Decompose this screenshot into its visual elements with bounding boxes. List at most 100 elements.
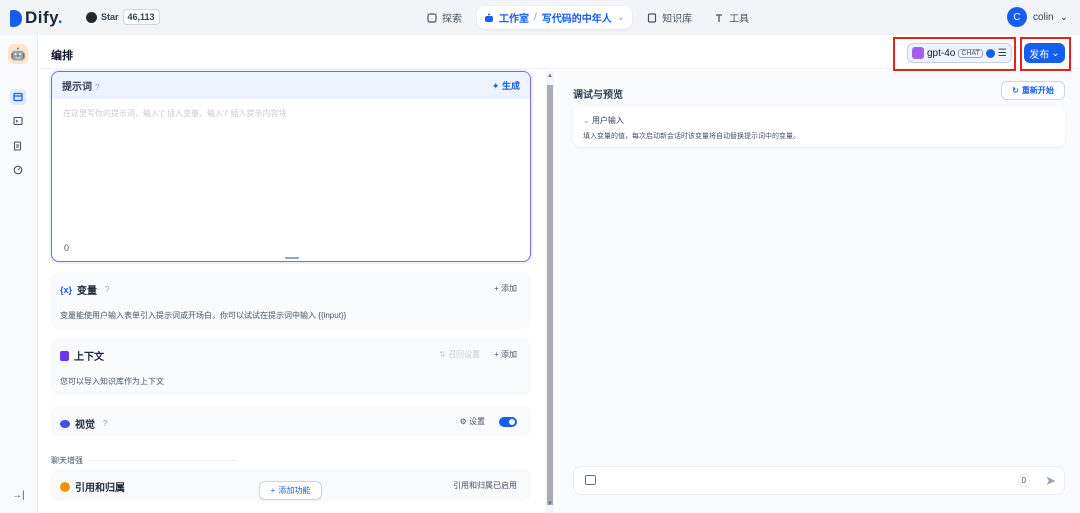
add-context-label: 添加: [501, 350, 517, 359]
resize-handle[interactable]: [285, 257, 299, 259]
citation-icon: [60, 481, 70, 492]
chat-enhance-section-label: 聊天增强: [51, 456, 83, 465]
add-context-button[interactable]: + 添加: [494, 349, 517, 360]
scrollbar-thumb[interactable]: [547, 85, 553, 505]
monitor-gauge-icon[interactable]: [10, 162, 26, 178]
add-variable-label: 添加: [501, 284, 517, 293]
chevron-down-icon: ⌄: [1059, 11, 1068, 23]
add-variable-button[interactable]: + 添加: [494, 283, 517, 294]
vision-card: 视觉 ? ⚙ 设置: [51, 406, 531, 436]
nav-knowledge-label: 知识库: [662, 14, 693, 25]
logo-dot: .: [57, 8, 64, 27]
scroll-down-icon[interactable]: ▼: [546, 501, 554, 507]
vision-badge-icon: [985, 48, 995, 58]
sliders-icon: ☰: [997, 47, 1007, 59]
variables-description: 变量能使用户输入表单引入提示词或开场白，你可以试试在提示词中输入 {{input…: [60, 311, 347, 320]
chevron-down-icon: ⌄: [1051, 47, 1060, 59]
star-count: 46,113: [122, 9, 160, 25]
expand-sidebar-icon[interactable]: →|: [12, 490, 25, 501]
main-nav: 探索 工作室 / 写代码的中年人 ⌄ 知识库 工具: [420, 6, 756, 29]
variables-card: {x} 变量 ? + 添加 变量能使用户输入表单引入提示词或开场白，你可以试试在…: [51, 272, 531, 329]
divider: [88, 460, 236, 461]
debug-preview-panel: 调试与预览 ↻ 重新开始 ⌄ 用户输入 填入变量的值，每次启动新会话时该变量将自…: [558, 71, 1080, 513]
nav-studio[interactable]: 工作室 / 写代码的中年人 ⌄: [477, 6, 633, 29]
main-panel: 编排 gpt-4o CHAT ☰ 发布 ⌄ 提示词? ✦ 生成 在这里写你的提示…: [38, 35, 1080, 513]
prompt-editor[interactable]: 提示词? ✦ 生成 在这里写你的提示词，输入'{' 插入变量、输入'/' 插入提…: [51, 71, 531, 262]
avatar: C: [1007, 7, 1028, 27]
top-navbar: Dify. Star 46,113 探索 工作室 / 写代码的中年人 ⌄ 知识库: [0, 0, 1080, 35]
user-input-card: ⌄ 用户输入 填入变量的值，每次启动新会话时该变量将自动替换提示词中的变量。: [573, 107, 1065, 147]
prompt-placeholder[interactable]: 在这里写你的提示词，输入'{' 插入变量、输入'/' 插入提示内容块: [63, 108, 286, 119]
app-sidebar: 🤖: [0, 35, 38, 513]
scroll-up-icon[interactable]: ▲: [546, 73, 554, 79]
prompt-header: 提示词? ✦ 生成: [52, 72, 530, 99]
nav-tools-label: 工具: [729, 14, 750, 25]
nav-explore[interactable]: 探索: [420, 6, 469, 29]
variables-title: 变量: [77, 286, 98, 297]
help-icon[interactable]: ?: [103, 419, 107, 428]
book-icon: [647, 12, 657, 23]
chat-input[interactable]: 0 ➤: [573, 466, 1065, 495]
hammer-icon: [714, 13, 724, 23]
star-label: Star: [101, 12, 119, 22]
chevron-down-icon: ⌄: [583, 116, 590, 125]
compass-icon: [427, 12, 437, 23]
context-card: 上下文 ⇅ 召回设置 + 添加 您可以导入知识库作为上下文: [51, 338, 531, 395]
citation-title: 引用和归属: [75, 483, 125, 494]
chat-char-count: 0: [1017, 474, 1030, 487]
dify-logo[interactable]: Dify.: [10, 8, 63, 28]
model-mode-badge: CHAT: [958, 48, 983, 58]
vision-settings-button[interactable]: ⚙ 设置: [460, 416, 485, 427]
add-feature-button[interactable]: + 添加功能: [259, 481, 322, 500]
nav-knowledge[interactable]: 知识库: [640, 6, 699, 29]
help-icon[interactable]: ?: [105, 285, 109, 294]
restart-button[interactable]: ↻ 重新开始: [1001, 81, 1065, 100]
document-icon: [60, 350, 69, 361]
model-selector-button[interactable]: gpt-4o CHAT ☰: [907, 43, 1012, 63]
publish-label: 发布: [1029, 49, 1050, 61]
logo-text: Dify: [25, 8, 58, 27]
breadcrumb-separator: /: [534, 12, 537, 23]
robot-icon: [484, 13, 494, 23]
image-upload-icon[interactable]: [585, 475, 596, 485]
github-star-widget[interactable]: Star 46,113: [86, 9, 160, 25]
logs-icon[interactable]: [10, 138, 26, 154]
dify-logo-mark-icon: [10, 9, 22, 27]
publish-button[interactable]: 发布 ⌄: [1024, 43, 1065, 63]
app-robot-icon[interactable]: 🤖: [8, 44, 28, 64]
vision-title: 视觉: [75, 420, 95, 431]
vision-settings-label: 设置: [469, 417, 485, 426]
github-icon: [86, 11, 97, 23]
help-icon[interactable]: ?: [95, 83, 99, 92]
nav-tools[interactable]: 工具: [707, 6, 756, 29]
nav-explore-label: 探索: [442, 14, 462, 25]
context-title: 上下文: [74, 352, 104, 363]
retrieval-settings-label: 召回设置: [448, 350, 481, 359]
chevron-down-icon[interactable]: ⌄: [617, 12, 625, 23]
variable-icon: {x}: [60, 284, 73, 295]
terminal-icon[interactable]: [10, 113, 26, 129]
generate-button[interactable]: ✦ 生成: [492, 79, 520, 92]
user-name: colin: [1033, 11, 1054, 23]
retrieval-settings-button[interactable]: ⇅ 召回设置: [439, 349, 480, 360]
refresh-icon: ↻: [1012, 86, 1019, 95]
sparkle-icon: ✦: [491, 81, 500, 91]
prompt-title: 提示词: [62, 82, 92, 93]
prompt-char-count: 0: [64, 243, 70, 253]
citation-status: 引用和归属已启用: [453, 481, 517, 490]
generate-label: 生成: [501, 81, 520, 91]
send-icon[interactable]: ➤: [1045, 473, 1056, 489]
vision-toggle[interactable]: [499, 416, 517, 427]
user-input-title: 用户输入: [591, 116, 624, 125]
current-app-name[interactable]: 写代码的中年人: [542, 10, 612, 25]
restart-label: 重新开始: [1021, 86, 1054, 95]
eye-icon: [60, 419, 70, 428]
user-input-description: 填入变量的值，每次启动新会话时该变量将自动替换提示词中的变量。: [583, 133, 800, 140]
plus-icon: +: [270, 486, 276, 495]
openai-icon: [912, 47, 924, 59]
model-name: gpt-4o: [927, 47, 956, 59]
page-title: 编排: [51, 50, 73, 62]
user-menu[interactable]: C colin ⌄: [1007, 7, 1068, 27]
context-description: 您可以导入知识库作为上下文: [60, 377, 164, 386]
orchestrate-icon[interactable]: [10, 89, 26, 105]
